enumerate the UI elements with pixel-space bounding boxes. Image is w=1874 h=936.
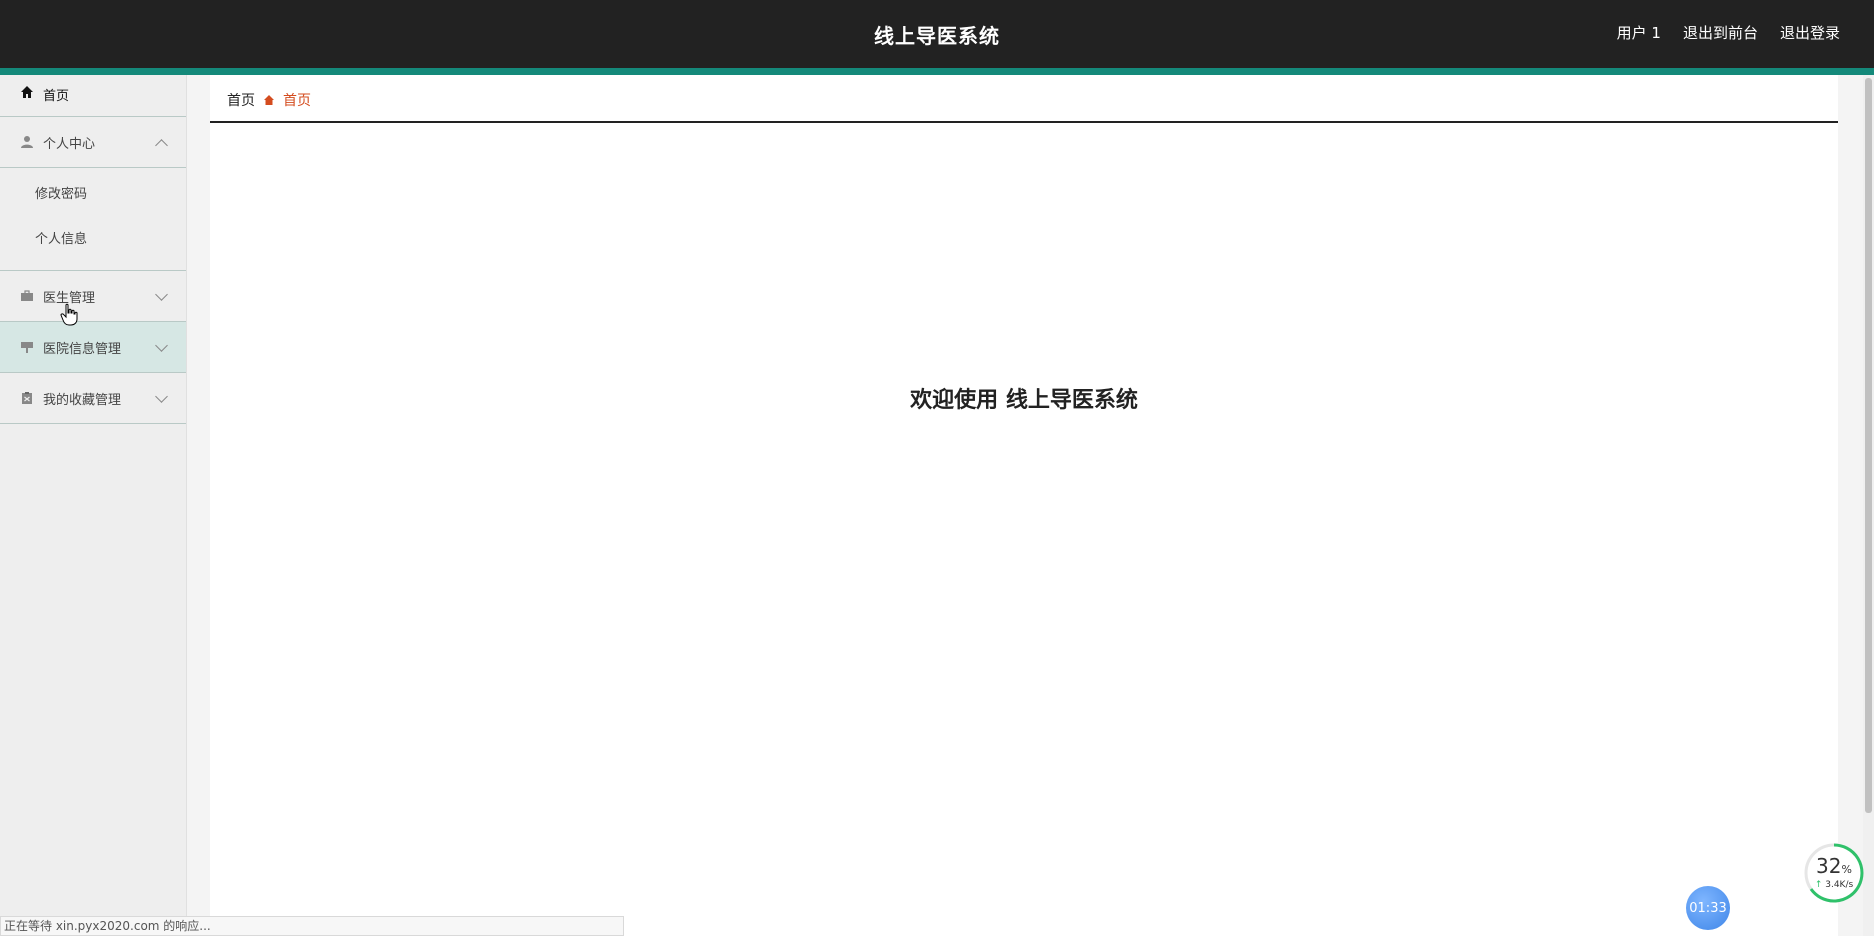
chevron-down-icon bbox=[155, 339, 168, 352]
submenu-item-personal-info[interactable]: 个人信息 bbox=[0, 217, 186, 262]
hand-cursor-icon bbox=[60, 303, 80, 327]
speed-rate: ↑ 3.4K/s bbox=[1814, 880, 1854, 890]
logout-link[interactable]: 退出登录 bbox=[1780, 22, 1840, 43]
page-scrollbar[interactable] bbox=[1863, 75, 1874, 936]
sign-icon bbox=[20, 340, 34, 354]
breadcrumb: 首页 首页 bbox=[227, 90, 311, 110]
sidebar-item-doctor-management[interactable]: 医生管理 bbox=[0, 271, 186, 322]
briefcase-icon bbox=[20, 289, 34, 303]
timer-badge[interactable]: 01:33 bbox=[1686, 886, 1730, 930]
sidebar-item-home[interactable]: 首页 bbox=[0, 75, 186, 117]
sidebar-item-label: 我的收藏管理 bbox=[43, 392, 122, 408]
chevron-down-icon bbox=[155, 288, 168, 301]
speed-percent: 32% bbox=[1816, 854, 1852, 878]
personal-center-submenu: 修改密码 个人信息 bbox=[0, 168, 186, 271]
back-to-frontend-link[interactable]: 退出到前台 bbox=[1683, 22, 1758, 43]
home-icon bbox=[263, 94, 275, 106]
user-link[interactable]: 用户 1 bbox=[1617, 22, 1661, 43]
sidebar-item-label: 医院信息管理 bbox=[43, 341, 122, 357]
sidebar-item-label: 首页 bbox=[43, 89, 70, 104]
sidebar-item-label: 个人中心 bbox=[43, 136, 96, 152]
browser-status-bar: 正在等待 xin.pyx2020.com 的响应... bbox=[0, 916, 624, 936]
chevron-up-icon bbox=[155, 139, 168, 152]
welcome-message: 欢迎使用 线上导医系统 bbox=[910, 388, 1138, 413]
app-title: 线上导医系统 bbox=[874, 24, 1000, 48]
submenu-item-change-password[interactable]: 修改密码 bbox=[0, 172, 186, 217]
sidebar-item-favorites-management[interactable]: 我的收藏管理 bbox=[0, 373, 186, 424]
sidebar-item-personal-center[interactable]: 个人中心 bbox=[0, 117, 186, 168]
header-nav: 用户 1 退出到前台 退出登录 bbox=[1617, 22, 1840, 43]
clipboard-icon bbox=[20, 391, 34, 405]
network-speed-widget[interactable]: 32% ↑ 3.4K/s bbox=[1803, 842, 1865, 904]
user-icon bbox=[20, 135, 34, 149]
scrollbar-thumb[interactable] bbox=[1865, 78, 1872, 813]
chevron-down-icon bbox=[155, 390, 168, 403]
breadcrumb-home[interactable]: 首页 bbox=[227, 90, 255, 110]
top-header: 线上导医系统 用户 1 退出到前台 退出登录 bbox=[0, 0, 1874, 75]
breadcrumb-current: 首页 bbox=[283, 93, 311, 109]
home-icon bbox=[20, 85, 34, 99]
sidebar: 首页 个人中心 修改密码 个人信息 医生管理 医院信息管理 我的收藏管理 bbox=[0, 75, 187, 936]
main-content: 首页 首页 欢迎使用 线上导医系统 bbox=[210, 75, 1838, 936]
sidebar-item-hospital-info-management[interactable]: 医院信息管理 bbox=[0, 322, 186, 373]
breadcrumb-divider bbox=[210, 121, 1838, 123]
upload-arrow-icon: ↑ bbox=[1814, 880, 1823, 890]
